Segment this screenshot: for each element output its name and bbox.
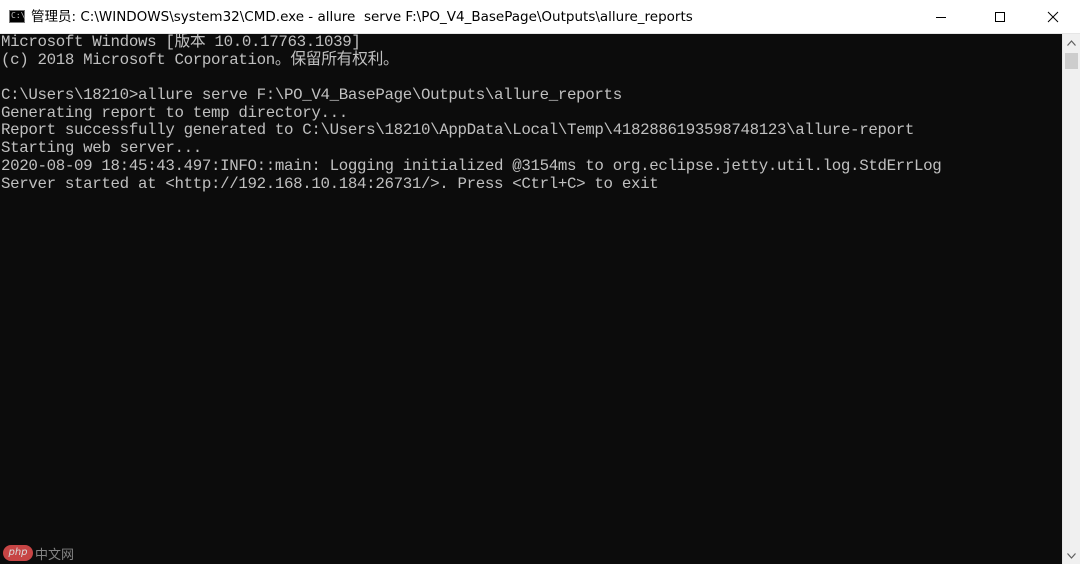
close-icon [1047, 11, 1059, 22]
console-line-server-started: Server started at <http://192.168.10.184… [1, 174, 659, 193]
maximize-button[interactable] [977, 0, 1023, 33]
console-line-blank [1, 69, 941, 87]
vertical-scrollbar[interactable] [1062, 34, 1080, 564]
cmd-icon-glyph: C:\ [11, 11, 26, 20]
close-button[interactable] [1030, 0, 1076, 33]
watermark: php 中文网 [3, 544, 75, 563]
console-line-command: C:\Users\18210>allure serve F:\PO_V4_Bas… [1, 86, 622, 105]
watermark-text: 中文网 [35, 547, 75, 563]
cmd-icon[interactable]: C:\ [9, 10, 25, 23]
console-line-copyright: (c) 2018 Microsoft Corporation。保留所有权利。 [1, 50, 399, 69]
console-line-generating: Generating report to temp directory... [1, 103, 348, 122]
console-line-version: Microsoft Windows [版本 10.0.17763.1039] [1, 34, 361, 51]
console-output[interactable]: Microsoft Windows [版本 10.0.17763.1039] (… [0, 34, 1062, 564]
scroll-up-arrow-icon [1067, 39, 1076, 46]
scroll-down-button[interactable] [1063, 547, 1080, 564]
console-line-report-generated: Report successfully generated to C:\User… [1, 121, 914, 140]
scroll-down-arrow-icon [1067, 552, 1076, 559]
cmd-window: C:\ 管理员: C:\WINDOWS\system32\CMD.exe - a… [0, 0, 1080, 564]
watermark-logo: php [3, 545, 33, 561]
maximize-icon [995, 11, 1005, 22]
console-lines: Microsoft Windows [版本 10.0.17763.1039] (… [1, 34, 942, 193]
window-title: 管理员: C:\WINDOWS\system32\CMD.exe - allur… [31, 9, 693, 25]
scroll-thumb[interactable] [1065, 53, 1078, 69]
minimize-icon [936, 16, 946, 18]
scroll-up-button[interactable] [1063, 34, 1080, 51]
minimize-button[interactable] [918, 0, 964, 33]
console-line-logging: 2020-08-09 18:45:43.497:INFO::main: Logg… [1, 156, 942, 175]
title-bar[interactable]: C:\ 管理员: C:\WINDOWS\system32\CMD.exe - a… [0, 0, 1080, 34]
console-line-starting-server: Starting web server... [1, 139, 202, 158]
